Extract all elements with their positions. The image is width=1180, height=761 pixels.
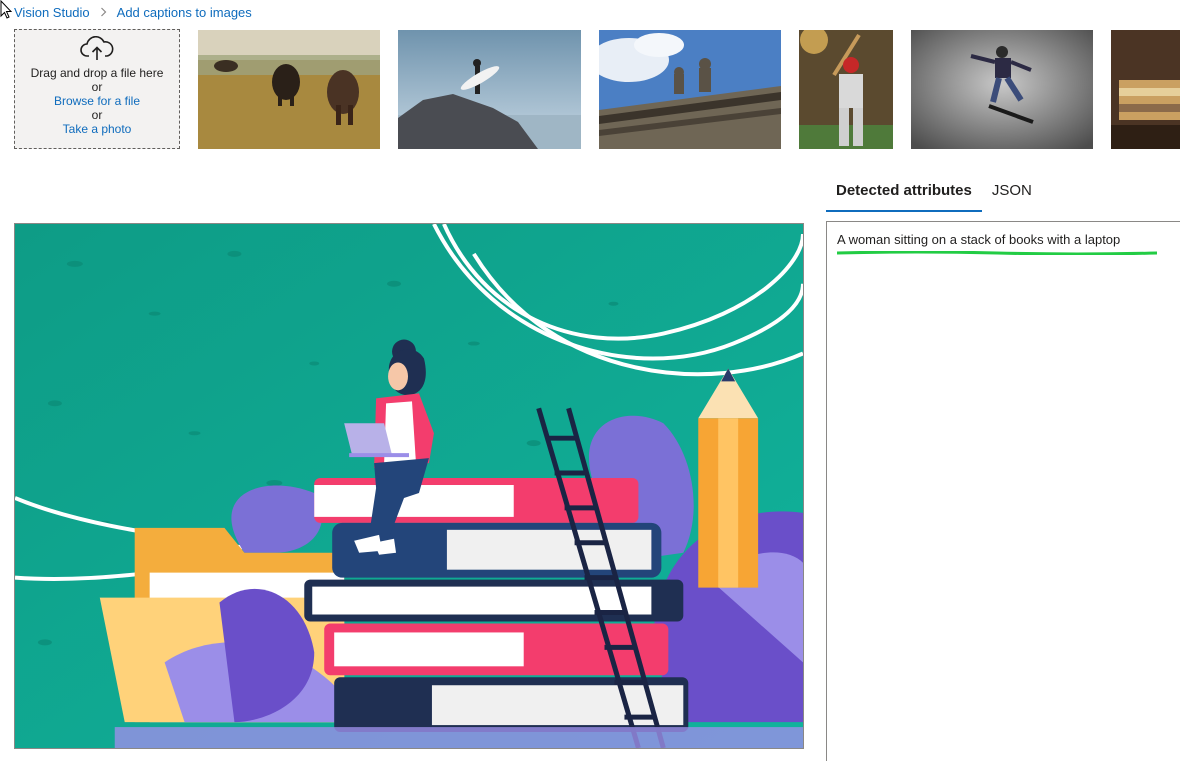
sample-image-granola-bar[interactable] xyxy=(1111,30,1180,149)
tab-detected-attributes[interactable]: Detected attributes xyxy=(826,172,982,212)
breadcrumb-add-captions-link[interactable]: Add captions to images xyxy=(117,5,252,20)
breadcrumb-vision-studio-link[interactable]: Vision Studio xyxy=(14,5,90,20)
sample-image-building-statue[interactable] xyxy=(599,30,781,149)
generated-caption: A woman sitting on a stack of books with… xyxy=(837,232,1121,247)
or-separator: or xyxy=(91,108,103,122)
analyzed-image xyxy=(14,223,804,749)
breadcrumb: Vision Studio Add captions to images xyxy=(0,0,400,24)
cloud-upload-icon xyxy=(80,36,114,60)
chevron-right-icon xyxy=(100,7,107,17)
result-tabs: Detected attributes JSON xyxy=(826,172,1042,212)
detected-attributes-panel: A woman sitting on a stack of books with… xyxy=(826,221,1180,761)
tab-json[interactable]: JSON xyxy=(982,172,1042,212)
sample-image-baseball-player[interactable] xyxy=(799,30,893,149)
woman-on-books-illustration xyxy=(15,224,803,748)
browse-file-link[interactable]: Browse for a file xyxy=(54,94,140,108)
drag-drop-text: Drag and drop a file here xyxy=(30,66,164,80)
file-upload-dropzone[interactable]: Drag and drop a file here or Browse for … xyxy=(14,29,180,149)
or-separator: or xyxy=(91,80,103,94)
sample-image-cows[interactable] xyxy=(198,30,380,149)
sample-image-surfer[interactable] xyxy=(398,30,581,149)
caption-highlight-underline xyxy=(837,251,1157,255)
take-photo-link[interactable]: Take a photo xyxy=(63,122,132,136)
sample-image-skateboarder[interactable] xyxy=(911,30,1093,149)
